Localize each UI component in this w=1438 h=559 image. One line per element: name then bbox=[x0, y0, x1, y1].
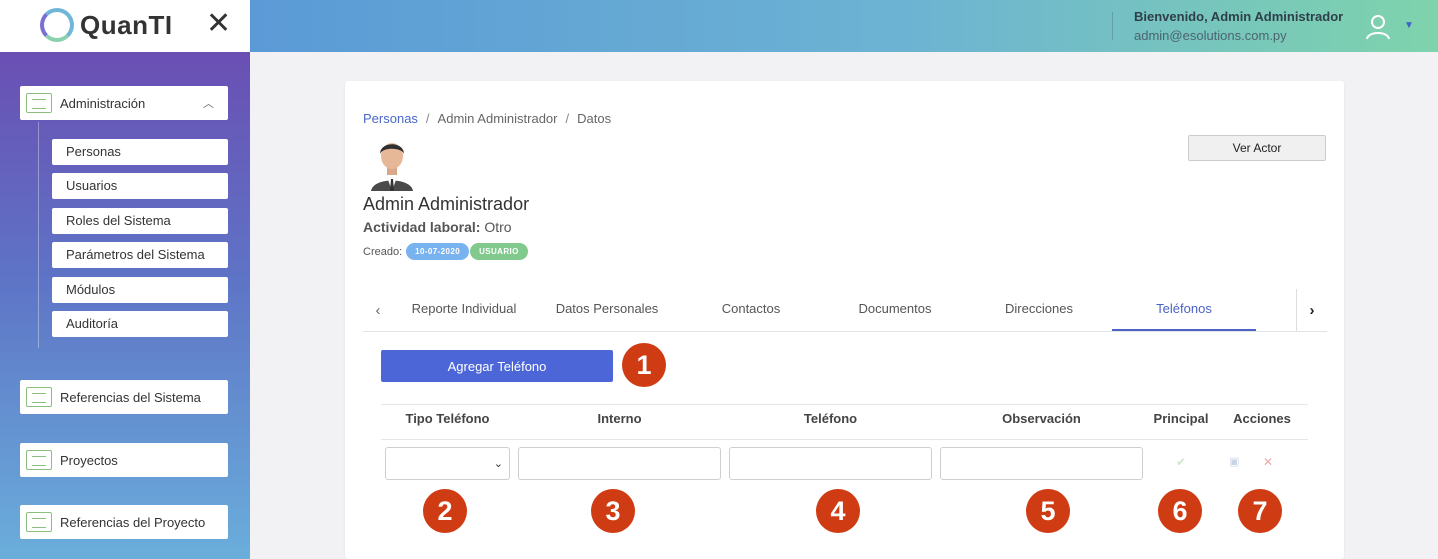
tab-direcciones[interactable]: Direcciones bbox=[967, 289, 1111, 331]
tab-contactos[interactable]: Contactos bbox=[679, 289, 823, 331]
chevron-up-icon: ︿ bbox=[203, 98, 214, 110]
user-menu-caret-icon[interactable]: ▼ bbox=[1404, 20, 1414, 31]
breadcrumb-current: Datos bbox=[577, 111, 612, 126]
tab-telefonos[interactable]: Teléfonos bbox=[1112, 289, 1256, 331]
close-icon[interactable]: ✕ bbox=[206, 9, 231, 39]
sidebar-item-label: Proyectos bbox=[60, 452, 118, 468]
marker-4: 4 bbox=[816, 489, 860, 533]
sidebar-item-personas[interactable]: Personas bbox=[52, 139, 228, 165]
logo-area: QuanTI ✕ bbox=[0, 0, 250, 52]
sidebar-item-administracion[interactable]: Administración ︿ bbox=[20, 86, 228, 120]
logo-icon bbox=[40, 8, 74, 42]
marker-5: 5 bbox=[1026, 489, 1070, 533]
marker-2: 2 bbox=[423, 489, 467, 533]
table-header-border bbox=[381, 439, 1308, 440]
id-card-icon bbox=[26, 387, 52, 407]
created-line: Creado: 10-07-2020 USUARIO bbox=[363, 243, 528, 260]
person-avatar bbox=[371, 143, 413, 191]
marker-7: 7 bbox=[1238, 489, 1282, 533]
header-tipo-telefono: Tipo Teléfono bbox=[405, 411, 490, 426]
sidebar-item-referencias-proyecto[interactable]: Referencias del Proyecto bbox=[20, 505, 228, 539]
ver-actor-button[interactable]: Ver Actor bbox=[1188, 135, 1326, 161]
table-top-border bbox=[381, 404, 1308, 405]
clipboard-icon bbox=[26, 512, 52, 532]
presentation-icon bbox=[26, 93, 52, 113]
sidebar-item-modulos[interactable]: Módulos bbox=[52, 277, 228, 303]
save-icon[interactable]: ▣ bbox=[1229, 455, 1239, 468]
breadcrumb-separator: / bbox=[565, 111, 570, 126]
marker-1: 1 bbox=[622, 343, 666, 387]
created-label: Creado: bbox=[363, 245, 403, 258]
header-interno: Interno bbox=[597, 411, 642, 426]
activity-label: Actividad laboral: bbox=[363, 219, 481, 235]
header-acciones: Acciones bbox=[1233, 411, 1291, 426]
sidebar-item-parametros[interactable]: Parámetros del Sistema bbox=[52, 242, 228, 268]
marker-3: 3 bbox=[591, 489, 635, 533]
sidebar-item-usuarios[interactable]: Usuarios bbox=[52, 173, 228, 199]
observacion-input[interactable] bbox=[940, 447, 1143, 480]
header-telefono: Teléfono bbox=[803, 411, 858, 426]
sidebar-item-label: Administración bbox=[60, 95, 146, 111]
chevron-left-icon[interactable]: ‹ bbox=[363, 289, 393, 331]
person-name: Admin Administrador bbox=[363, 194, 530, 214]
add-phone-button[interactable]: Agregar Teléfono bbox=[381, 350, 613, 382]
tab-datos-personales[interactable]: Datos Personales bbox=[535, 289, 679, 331]
sidebar-item-roles[interactable]: Roles del Sistema bbox=[52, 208, 228, 234]
telefono-input[interactable] bbox=[729, 447, 932, 480]
tipo-telefono-select[interactable]: ⌄ bbox=[385, 447, 510, 480]
sidebar-item-label: Referencias del Sistema bbox=[60, 389, 201, 405]
sidebar-item-label: Referencias del Proyecto bbox=[60, 514, 206, 530]
breadcrumb-personas-link[interactable]: Personas bbox=[363, 111, 418, 126]
sidebar-item-auditoria[interactable]: Auditoría bbox=[52, 311, 228, 337]
role-badge: USUARIO bbox=[470, 243, 528, 260]
sidebar-item-proyectos[interactable]: Proyectos bbox=[20, 443, 228, 477]
breadcrumb-person: Admin Administrador bbox=[437, 111, 558, 126]
marker-6: 6 bbox=[1158, 489, 1202, 533]
user-avatar-icon[interactable] bbox=[1364, 13, 1392, 41]
header-divider bbox=[1112, 12, 1113, 40]
tab-documentos[interactable]: Documentos bbox=[823, 289, 967, 331]
header-principal: Principal bbox=[1153, 411, 1209, 426]
breadcrumb: Personas / Admin Administrador / Datos bbox=[363, 111, 611, 126]
app-logo-text: QuanTI bbox=[80, 10, 173, 40]
top-bar: Bienvenido, Admin Administrador admin@es… bbox=[250, 0, 1438, 52]
tab-reporte-individual[interactable]: Reporte Individual bbox=[393, 289, 535, 331]
check-icon[interactable]: ✔ bbox=[1176, 455, 1186, 469]
briefcase-icon bbox=[26, 450, 52, 470]
header-observacion: Observación bbox=[1002, 411, 1081, 426]
sidebar-item-referencias-sistema[interactable]: Referencias del Sistema bbox=[20, 380, 228, 414]
welcome-text: Bienvenido, Admin Administrador bbox=[1134, 9, 1344, 24]
activity-value: Otro bbox=[484, 219, 512, 235]
activity-line: Actividad laboral: Otro bbox=[363, 219, 512, 235]
submenu-line bbox=[38, 122, 39, 348]
tab-bar: ‹ Reporte Individual Datos Personales Co… bbox=[363, 289, 1327, 332]
interno-input[interactable] bbox=[518, 447, 721, 480]
chevron-right-icon[interactable]: › bbox=[1297, 289, 1327, 331]
user-email: admin@esolutions.com.py bbox=[1134, 28, 1287, 43]
person-card: Personas / Admin Administrador / Datos Ver A… bbox=[345, 81, 1344, 559]
chevron-down-icon: ⌄ bbox=[493, 458, 503, 470]
breadcrumb-separator: / bbox=[425, 111, 430, 126]
created-date-badge: 10-07-2020 bbox=[406, 243, 470, 260]
delete-icon[interactable]: ✕ bbox=[1263, 455, 1273, 469]
